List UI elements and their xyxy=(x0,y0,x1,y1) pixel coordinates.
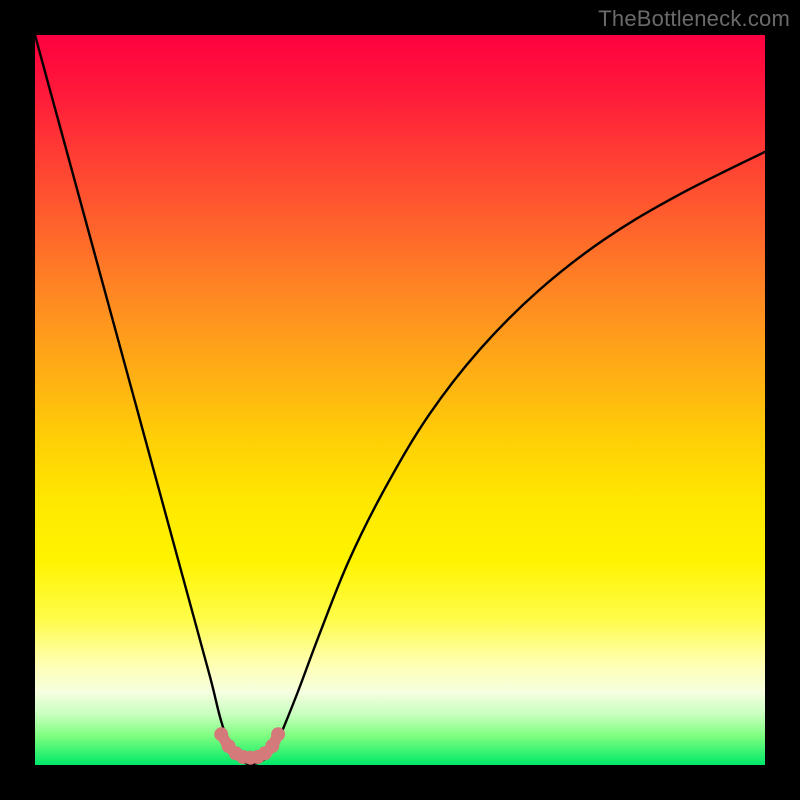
chart-frame: TheBottleneck.com xyxy=(0,0,800,800)
optimal-zone-marker-dot xyxy=(214,727,228,741)
bottleneck-curve xyxy=(35,35,765,764)
optimal-zone-marker-dots xyxy=(214,727,285,764)
watermark-text: TheBottleneck.com xyxy=(598,6,790,32)
chart-svg xyxy=(35,35,765,765)
optimal-zone-marker-dot xyxy=(271,727,285,741)
